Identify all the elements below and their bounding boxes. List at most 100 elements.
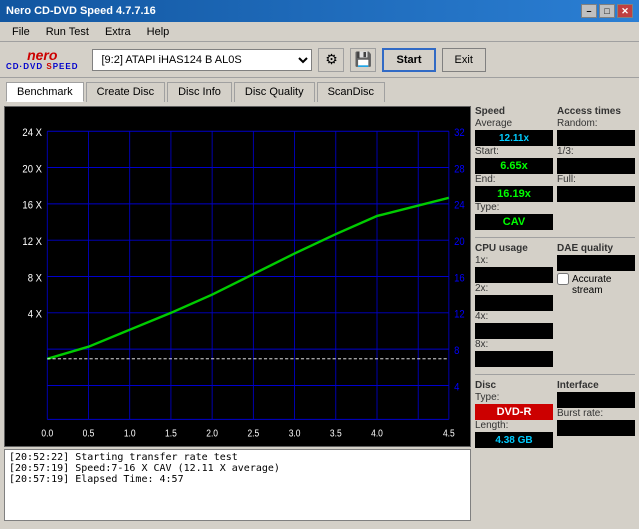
right-panel: Speed Average 12.11x Start: 6.65x End: 1… — [475, 106, 635, 521]
tab-benchmark[interactable]: Benchmark — [6, 82, 84, 102]
full-label: Full: — [557, 174, 635, 185]
disc-title: Disc — [475, 380, 553, 391]
start-button[interactable]: Start — [382, 48, 435, 72]
speed-access-row: Speed Average 12.11x Start: 6.65x End: 1… — [475, 106, 635, 230]
log-entry: [20:57:19] Speed:7-16 X CAV (12.11 X ave… — [9, 463, 466, 474]
svg-text:2.5: 2.5 — [247, 428, 259, 439]
disc-interface-row: Disc Type: DVD-R Length: 4.38 GB Interfa… — [475, 380, 635, 448]
svg-text:0.5: 0.5 — [83, 428, 95, 439]
start-value: 6.65x — [475, 158, 553, 174]
svg-text:0.0: 0.0 — [41, 428, 53, 439]
x4-label: 4x: — [475, 311, 553, 322]
cpu-section: CPU usage 1x: 2x: 4x: 8x: — [475, 243, 553, 367]
burst-value — [557, 420, 635, 436]
svg-text:24: 24 — [454, 200, 465, 212]
nero-logo-subtitle: CD·DVD SPEED — [6, 62, 78, 71]
stream-label: stream — [572, 285, 603, 296]
tab-bar: Benchmark Create Disc Disc Info Disc Qua… — [0, 78, 639, 102]
save-icon-button[interactable]: 💾 — [350, 48, 376, 72]
svg-text:3.0: 3.0 — [289, 428, 301, 439]
interface-title: Interface — [557, 380, 635, 391]
end-value: 16.19x — [475, 186, 553, 202]
x8-value — [475, 351, 553, 367]
accurate-stream-checkbox[interactable] — [557, 273, 569, 285]
disc-length-label: Length: — [475, 420, 553, 431]
window-controls: – □ ✕ — [581, 4, 633, 18]
options-icon-button[interactable]: ⚙ — [318, 48, 344, 72]
dae-title: DAE quality — [557, 243, 635, 254]
log-entry: [20:52:22] Starting transfer rate test — [9, 452, 466, 463]
dae-section: DAE quality Accurate stream — [557, 243, 635, 367]
cpu-title: CPU usage — [475, 243, 553, 254]
toolbar: nero CD·DVD SPEED [9:2] ATAPI iHAS124 B … — [0, 42, 639, 78]
type-label: Type: — [475, 202, 553, 213]
cpu-dae-row: CPU usage 1x: 2x: 4x: 8x: DAE quality Ac… — [475, 243, 635, 367]
svg-text:4: 4 — [454, 382, 460, 394]
minimize-button[interactable]: – — [581, 4, 597, 18]
type-value: CAV — [475, 214, 553, 230]
speed-chart: 24 X 20 X 16 X 12 X 8 X 4 X 32 28 24 20 … — [4, 106, 471, 447]
svg-text:12: 12 — [454, 309, 465, 321]
end-label: End: — [475, 174, 553, 185]
log-entry: [20:57:19] Elapsed Time: 4:57 — [9, 474, 466, 485]
tab-disc-info[interactable]: Disc Info — [167, 82, 232, 102]
menu-extra[interactable]: Extra — [97, 24, 139, 40]
chart-container: 24 X 20 X 16 X 12 X 8 X 4 X 32 28 24 20 … — [4, 106, 471, 521]
accurate-stream-row: Accurate — [557, 273, 635, 285]
svg-text:8 X: 8 X — [28, 273, 42, 285]
random-label: Random: — [557, 118, 635, 129]
burst-label: Burst rate: — [557, 408, 635, 419]
svg-text:20 X: 20 X — [22, 164, 42, 176]
exit-button[interactable]: Exit — [442, 48, 486, 72]
speed-title: Speed — [475, 106, 553, 117]
dae-value — [557, 255, 635, 271]
access-title: Access times — [557, 106, 635, 117]
svg-text:2.0: 2.0 — [206, 428, 218, 439]
tab-disc-quality[interactable]: Disc Quality — [234, 82, 315, 102]
third-label: 1/3: — [557, 146, 635, 157]
avg-value: 12.11x — [475, 130, 553, 146]
svg-text:4 X: 4 X — [28, 309, 42, 321]
nero-logo: nero CD·DVD SPEED — [6, 48, 78, 71]
svg-text:16: 16 — [454, 273, 465, 285]
start-label: Start: — [475, 146, 553, 157]
disc-section: Disc Type: DVD-R Length: 4.38 GB — [475, 380, 553, 448]
disc-type-value: DVD-R — [475, 404, 553, 420]
disc-type-label: Type: — [475, 392, 553, 403]
svg-text:20: 20 — [454, 236, 465, 248]
speed-section: Speed Average 12.11x Start: 6.65x End: 1… — [475, 106, 553, 230]
app-title: Nero CD-DVD Speed 4.7.7.16 — [6, 5, 581, 17]
menubar: File Run Test Extra Help — [0, 22, 639, 42]
svg-text:16 X: 16 X — [22, 200, 42, 212]
interface-section: Interface Burst rate: — [557, 380, 635, 448]
maximize-button[interactable]: □ — [599, 4, 615, 18]
svg-text:12 X: 12 X — [22, 236, 42, 248]
svg-text:24 X: 24 X — [22, 128, 42, 140]
random-value — [557, 130, 635, 146]
tab-create-disc[interactable]: Create Disc — [86, 82, 165, 102]
svg-text:4.5: 4.5 — [443, 428, 455, 439]
close-button[interactable]: ✕ — [617, 4, 633, 18]
accurate-label: Accurate — [572, 274, 611, 285]
x2-value — [475, 295, 553, 311]
drive-selector[interactable]: [9:2] ATAPI iHAS124 B AL0S — [92, 49, 312, 71]
tab-scan-disc[interactable]: ScanDisc — [317, 82, 385, 102]
menu-help[interactable]: Help — [139, 24, 178, 40]
svg-text:28: 28 — [454, 164, 465, 176]
svg-text:32: 32 — [454, 128, 465, 140]
access-section: Access times Random: 1/3: Full: — [557, 106, 635, 230]
x1-value — [475, 267, 553, 283]
svg-text:1.0: 1.0 — [124, 428, 136, 439]
menu-file[interactable]: File — [4, 24, 38, 40]
svg-text:3.5: 3.5 — [330, 428, 342, 439]
x4-value — [475, 323, 553, 339]
x2-label: 2x: — [475, 283, 553, 294]
disc-length-value: 4.38 GB — [475, 432, 553, 448]
x8-label: 8x: — [475, 339, 553, 350]
svg-text:1.5: 1.5 — [165, 428, 177, 439]
interface-value — [557, 392, 635, 408]
menu-runtest[interactable]: Run Test — [38, 24, 97, 40]
titlebar: Nero CD-DVD Speed 4.7.7.16 – □ ✕ — [0, 0, 639, 22]
log-area[interactable]: [20:52:22] Starting transfer rate test [… — [4, 449, 471, 521]
third-value — [557, 158, 635, 174]
